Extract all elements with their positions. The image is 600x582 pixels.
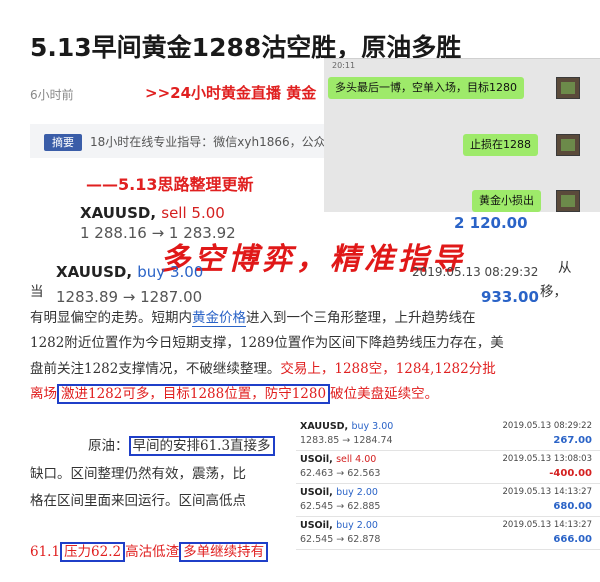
- body-text: 从: [558, 260, 572, 276]
- trade-action: buy 3.00: [137, 263, 204, 281]
- trade-row: USOil, buy 2.00 62.545 → 62.885 2019.05.13…: [296, 484, 600, 517]
- body-text: 格在区间里面来回运行。区间高低点: [30, 493, 246, 509]
- chat-screenshot: 多头最后一博，空单入场，目标1280 止损在1288 黄金小损出: [324, 58, 600, 212]
- trade-advice: 交易上，1288空，1284,1282分批: [280, 361, 496, 377]
- chat-message: 止损在1288: [463, 134, 538, 156]
- summary-text: 18小时在线专业指导：微信xyh1866，公众: [90, 135, 326, 149]
- trade-action: buy 3.00: [351, 421, 394, 432]
- trade-symbol: XAUUSD, buy 3.00: [56, 263, 204, 281]
- trade-row: XAUUSD, buy 3.00 1283.85 → 1284.74 2019.05…: [296, 418, 600, 451]
- trade-date: 2019.05.13 08:29:22: [502, 421, 592, 431]
- trade-row: USOil, buy 2.00 62.545 → 62.878 2019.05.13…: [296, 517, 600, 550]
- chat-message: 多头最后一博，空单入场，目标1280: [328, 77, 524, 99]
- trade-row: USOil, sell 4.00 62.463 → 62.563 2019.05.1…: [296, 451, 600, 484]
- trade-symbol: USOil, buy 2.00: [300, 520, 378, 531]
- highlight-box: 早间的安排61.3直接多: [128, 436, 275, 456]
- trade-price: 62.463 → 62.563: [300, 468, 381, 479]
- trade-action: sell 5.00: [161, 204, 225, 222]
- trade-profit: 933.00: [481, 288, 539, 306]
- body-text: 离场 激进1282可多，目标1288位置，防守1280 破位美盘延续空。: [30, 384, 439, 404]
- trade-symbol: USOil, sell 4.00: [300, 454, 377, 465]
- summary-badge: 摘要: [44, 134, 82, 151]
- publish-time: 6小时前: [30, 88, 74, 102]
- highlight-box: 压力62.2: [60, 542, 126, 562]
- body-text: 缺口。区间整理仍然有效，震荡，比: [30, 466, 246, 482]
- trade-price: 1283.89 → 1287.00: [56, 288, 203, 306]
- avatar: [556, 134, 580, 156]
- trade-history-list: XAUUSD, buy 3.00 1283.85 → 1284.74 2019.05…: [296, 418, 600, 550]
- trade-date: 2019.05.13 13:08:03: [502, 454, 592, 464]
- avatar: [556, 190, 580, 212]
- trade-date: 2019.05.13 08:29:32: [412, 265, 539, 279]
- avatar: [556, 77, 580, 99]
- trade-profit: 666.00: [553, 534, 592, 545]
- trade-action: sell 4.00: [336, 454, 377, 465]
- oil-label: 原油：: [88, 438, 129, 454]
- trade-profit: 2 120.00: [454, 214, 528, 232]
- trade-profit: 267.00: [553, 435, 592, 446]
- trade-action: buy 2.00: [336, 520, 378, 531]
- body-text: 原油： 早间的安排61.3直接多: [88, 434, 275, 456]
- body-text: 移，: [540, 284, 567, 300]
- trade-profit: -400.00: [549, 468, 592, 479]
- live-broadcast-link[interactable]: >>24小时黄金直播 黄金: [145, 82, 316, 103]
- trade-symbol: USOil, buy 2.00: [300, 487, 378, 498]
- body-text: 有明显偏空的走势。短期内黄金价格进入到一个三角形整理，上升趋势线在: [30, 310, 476, 327]
- trade-profit: 680.00: [553, 501, 592, 512]
- update-heading: ——5.13思路整理更新: [86, 175, 254, 194]
- body-text: 盘前关注1282支撑情况，不破继续整理。交易上，1288空，1284,1282分…: [30, 361, 496, 377]
- trade-price: 1283.85 → 1284.74: [300, 435, 393, 446]
- gold-price-link[interactable]: 黄金价格: [192, 310, 246, 327]
- highlight-box: 多单继续持有: [179, 542, 269, 562]
- chat-message: 黄金小损出: [472, 190, 541, 212]
- trade-symbol: XAUUSD, buy 3.00: [300, 421, 394, 432]
- body-text: 1282附近位置作为今日短期支撑，1289位置作为区间下降趋势线压力存在，美: [30, 335, 504, 351]
- trade-price: 62.545 → 62.885: [300, 501, 381, 512]
- chat-timestamp: 20:11: [332, 61, 356, 70]
- highlight-box: 激进1282可多，目标1288位置，防守1280: [57, 384, 331, 404]
- body-text: 当: [30, 284, 44, 300]
- body-text: 61.1 压力62.2 高沽低渣 多单继续持有: [30, 540, 269, 562]
- trade-price: 62.545 → 62.878: [300, 534, 381, 545]
- trade-symbol: XAUUSD, sell 5.00: [80, 204, 225, 222]
- trade-action: buy 2.00: [336, 487, 378, 498]
- trade-date: 2019.05.13 14:13:27: [502, 520, 592, 530]
- trade-date: 2019.05.13 14:13:27: [502, 487, 592, 497]
